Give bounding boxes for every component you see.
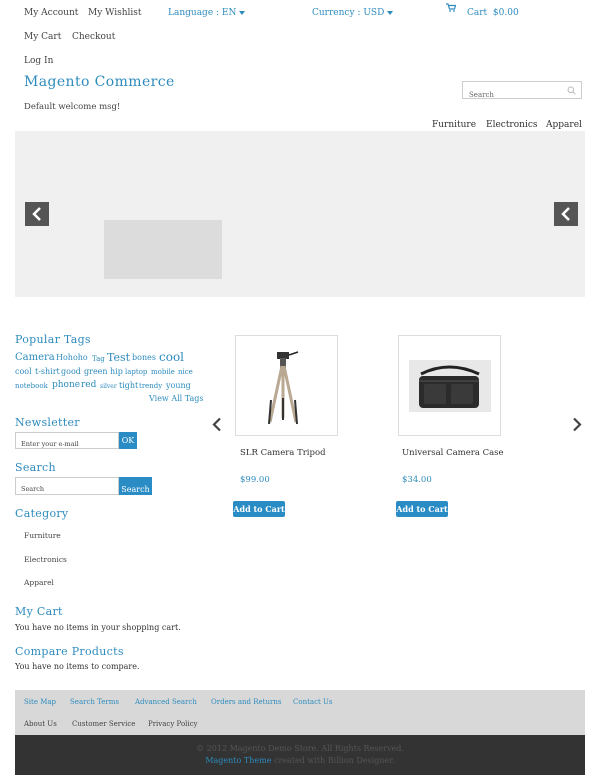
cart-total: $0.00 bbox=[492, 8, 519, 18]
tag-link[interactable]: t-shirt bbox=[35, 367, 60, 376]
checkout-link[interactable]: Checkout bbox=[72, 32, 115, 42]
add-to-cart-button[interactable]: Add to Cart bbox=[396, 501, 448, 517]
log-in-link[interactable]: Log In bbox=[24, 56, 53, 66]
category-item-electronics[interactable]: Electronics bbox=[24, 555, 67, 564]
currency-label: Currency bbox=[312, 8, 355, 18]
welcome-message: Default welcome msg! bbox=[24, 102, 121, 112]
tag-link[interactable]: Hohoho bbox=[56, 353, 88, 362]
popular-tags-title: Popular Tags bbox=[15, 333, 91, 346]
banner-slider bbox=[15, 131, 585, 297]
product-name[interactable]: SLR Camera Tripod bbox=[240, 448, 326, 458]
currency-value: : USD bbox=[357, 8, 385, 18]
chevron-down-icon bbox=[239, 10, 246, 15]
carousel-next-button[interactable] bbox=[572, 417, 582, 436]
tag-link[interactable]: young bbox=[166, 381, 191, 390]
tag-link[interactable]: mobile bbox=[151, 368, 175, 376]
copyright-text: © 2012 Magento Demo Store. All Rights Re… bbox=[196, 744, 404, 753]
add-to-cart-button[interactable]: Add to Cart bbox=[233, 501, 285, 517]
chevron-left-icon bbox=[32, 207, 41, 221]
chevron-left-icon bbox=[212, 417, 221, 432]
view-all-tags-link[interactable]: View All Tags bbox=[149, 394, 203, 403]
theme-credit-suffix: created with Billion Designer. bbox=[273, 756, 395, 765]
cart-icon bbox=[446, 3, 456, 12]
tag-link[interactable]: hip bbox=[110, 367, 123, 376]
tag-link[interactable]: cool bbox=[159, 350, 184, 364]
product-image-tripod[interactable] bbox=[235, 335, 338, 436]
sidebar-search-button[interactable]: Search bbox=[119, 477, 152, 495]
tag-link[interactable]: red bbox=[81, 380, 96, 390]
cart-label: Cart bbox=[467, 8, 488, 18]
search-icon[interactable] bbox=[567, 86, 576, 95]
tag-link[interactable]: silver bbox=[100, 383, 117, 390]
my-account-link[interactable]: My Account bbox=[24, 8, 78, 18]
search-title: Search bbox=[15, 461, 56, 474]
nav-item-electronics[interactable]: Electronics bbox=[486, 120, 538, 130]
mycart-title: My Cart bbox=[15, 605, 63, 618]
product-price: $34.00 bbox=[402, 475, 432, 485]
tripod-image bbox=[268, 351, 299, 425]
footer-link-search-terms[interactable]: Search Terms bbox=[70, 698, 119, 706]
mycart-empty-text: You have no items in your shopping cart. bbox=[15, 623, 181, 632]
footer-link-about-us[interactable]: About Us bbox=[24, 720, 57, 728]
nav-item-apparel[interactable]: Apparel bbox=[546, 120, 582, 130]
tag-link[interactable]: bones bbox=[132, 353, 156, 362]
category-item-apparel[interactable]: Apparel bbox=[24, 578, 54, 587]
chevron-right-icon bbox=[573, 417, 582, 432]
language-value: : EN bbox=[216, 8, 237, 18]
newsletter-title: Newsletter bbox=[15, 416, 80, 429]
magento-theme-link[interactable]: Magento Theme bbox=[205, 756, 271, 765]
category-item-furniture[interactable]: Furniture bbox=[24, 531, 61, 540]
footer-link-advanced-search[interactable]: Advanced Search bbox=[135, 698, 197, 706]
my-cart-link[interactable]: My Cart bbox=[24, 32, 61, 42]
product-price: $99.00 bbox=[240, 475, 270, 485]
footer-link-privacy-policy[interactable]: Privacy Policy bbox=[148, 720, 198, 728]
footer-link-orders-returns[interactable]: Orders and Returns bbox=[211, 698, 281, 706]
header-search-input[interactable]: Search bbox=[462, 81, 582, 99]
tag-link[interactable]: Test bbox=[107, 351, 130, 364]
language-selector[interactable]: Language : EN bbox=[168, 8, 246, 18]
site-logo[interactable]: Magento Commerce bbox=[24, 74, 175, 90]
theme-credit: Magento Theme created with Billion Desig… bbox=[15, 756, 585, 765]
slider-prev-button[interactable] bbox=[25, 202, 49, 226]
sidebar-search-input[interactable]: Search bbox=[15, 477, 119, 495]
product-image-camera-case[interactable] bbox=[398, 335, 501, 436]
product-name[interactable]: Universal Camera Case bbox=[402, 448, 504, 458]
chevron-left-icon bbox=[561, 207, 570, 221]
footer-link-customer-service[interactable]: Customer Service bbox=[72, 720, 135, 728]
nav-item-furniture[interactable]: Furniture bbox=[432, 120, 476, 130]
newsletter-ok-button[interactable]: OK bbox=[119, 432, 137, 449]
footer-links: Site Map Search Terms Advanced Search Or… bbox=[15, 690, 585, 735]
my-wishlist-link[interactable]: My Wishlist bbox=[88, 8, 142, 18]
tag-link[interactable]: trendy bbox=[139, 382, 162, 390]
tag-link[interactable]: laptop bbox=[125, 368, 147, 376]
header-search-placeholder: Search bbox=[469, 91, 494, 99]
compare-title: Compare Products bbox=[15, 645, 124, 658]
tag-link[interactable]: notebook bbox=[15, 382, 48, 390]
slider-next-button[interactable] bbox=[554, 202, 578, 226]
footer-link-site-map[interactable]: Site Map bbox=[24, 698, 56, 706]
tag-link[interactable]: nice bbox=[178, 368, 193, 376]
footer-link-contact-us[interactable]: Contact Us bbox=[293, 698, 333, 706]
chevron-down-icon bbox=[387, 10, 394, 15]
camera-case-image bbox=[409, 360, 491, 412]
compare-empty-text: You have no items to compare. bbox=[15, 662, 140, 671]
tag-link[interactable]: tight bbox=[119, 381, 138, 390]
tag-link[interactable]: Tag bbox=[92, 355, 105, 363]
tag-link[interactable]: cool bbox=[15, 367, 32, 376]
category-title: Category bbox=[15, 507, 69, 520]
tag-link[interactable]: green bbox=[84, 367, 108, 376]
tag-link[interactable]: good bbox=[61, 367, 81, 376]
tag-cloud: Camera Hohoho Tag Test bones cool cool t… bbox=[15, 350, 205, 408]
footer-bottom: © 2012 Magento Demo Store. All Rights Re… bbox=[15, 735, 585, 775]
tag-link[interactable]: phone bbox=[52, 380, 80, 390]
slide-image-placeholder bbox=[104, 220, 222, 279]
newsletter-email-field[interactable]: Enter your e-mail bbox=[15, 432, 119, 449]
currency-selector[interactable]: Currency : USD bbox=[312, 8, 394, 18]
carousel-prev-button[interactable] bbox=[212, 417, 222, 436]
language-label: Language bbox=[168, 8, 214, 18]
tag-link[interactable]: Camera bbox=[15, 352, 55, 363]
